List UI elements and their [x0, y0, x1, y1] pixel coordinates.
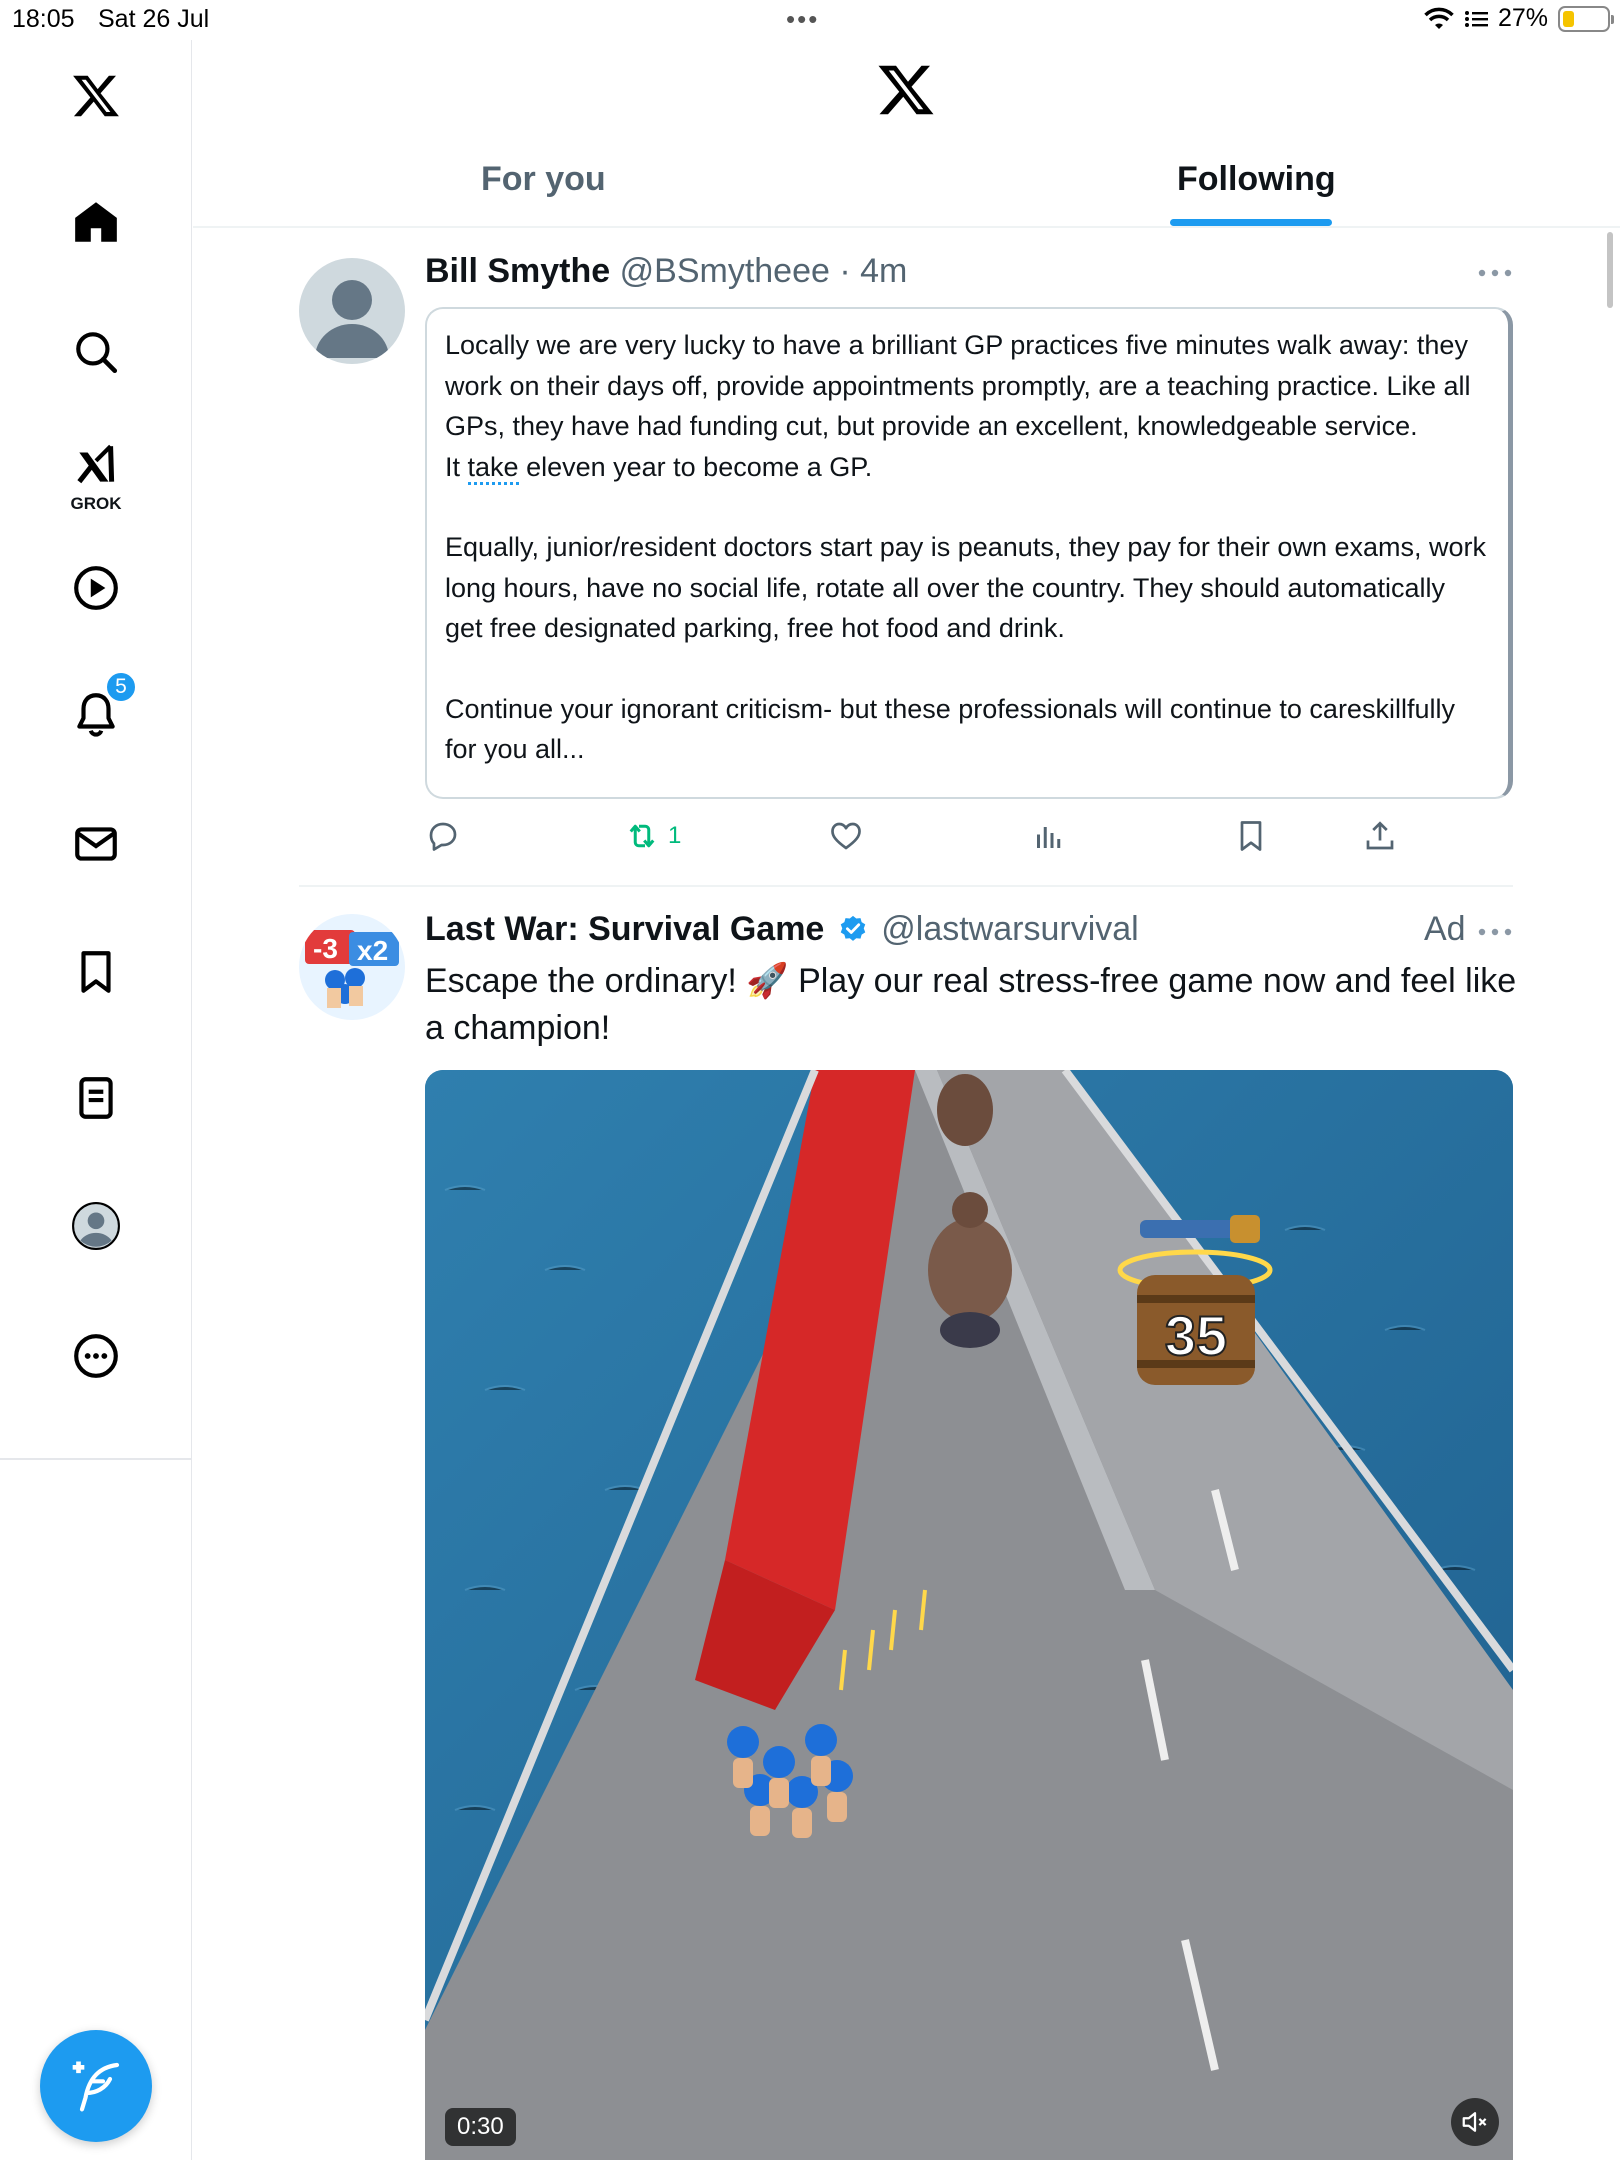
timeline-tabs: For you Following: [193, 140, 1620, 228]
grok-label: GROK: [70, 494, 122, 513]
nav-lists[interactable]: [58, 1060, 134, 1136]
battery-icon: [1558, 5, 1614, 32]
views-chart-icon: [1037, 827, 1061, 848]
like-button[interactable]: [828, 818, 864, 854]
barrel-number: 35: [1165, 1304, 1227, 1367]
nav-notifications[interactable]: 5: [58, 670, 138, 752]
share-upload-icon: [1366, 821, 1394, 850]
separator-dot: ·: [829, 252, 861, 290]
nav-more[interactable]: [58, 1318, 134, 1394]
video-icon: [74, 566, 118, 610]
nav-home[interactable]: [58, 184, 134, 260]
spellcheck-word: take: [467, 451, 519, 485]
search-icon: [76, 332, 118, 374]
mail-icon: [75, 827, 117, 861]
author-name[interactable]: Bill Smythe: [425, 252, 610, 290]
avatar-last-war[interactable]: -3 x2: [299, 914, 405, 1020]
x-logo-header-icon[interactable]: [876, 60, 936, 120]
game-avatar-icon: -3 x2: [299, 914, 405, 1020]
ad-tweet-header: Last War: Survival Game @lastwarsurvival: [425, 910, 1139, 949]
reply-button[interactable]: [425, 818, 461, 854]
author-handle[interactable]: @BSmytheee: [620, 252, 830, 290]
nav-grok[interactable]: GROK: [58, 436, 134, 513]
x-logo-icon[interactable]: [58, 58, 134, 134]
quoted-text-box[interactable]: Locally we are very lucky to have a bril…: [425, 307, 1513, 799]
home-icon: [75, 202, 117, 242]
video-duration: 0:30: [445, 2108, 516, 2146]
bookmark-icon: [81, 951, 111, 993]
verified-badge-icon: [840, 915, 866, 941]
tab-for-you[interactable]: For you: [481, 160, 606, 199]
nav-video[interactable]: [58, 550, 134, 626]
more-options-icon[interactable]: [1477, 268, 1513, 278]
tab-following[interactable]: Following: [1177, 160, 1336, 199]
quote-paragraph: Locally we are very lucky to have a bril…: [445, 325, 1490, 487]
quote-paragraph: Equally, junior/resident doctors start p…: [445, 532, 1486, 643]
nav-profile[interactable]: [58, 1188, 134, 1264]
quote-paragraph: Continue your ignorant criticism- but th…: [445, 693, 1455, 765]
nav-messages[interactable]: [58, 806, 134, 882]
bookmark-outline-icon: [1240, 821, 1262, 851]
compose-feather-icon: [72, 2061, 120, 2112]
notification-badge: 5: [104, 670, 138, 704]
status-date: Sat 26 Jul: [98, 5, 210, 33]
mute-button[interactable]: [1451, 2098, 1499, 2146]
compose-button[interactable]: [40, 2030, 152, 2142]
sidebar: GROK 5: [0, 40, 192, 2160]
scrollbar[interactable]: [1607, 232, 1613, 308]
tweet-divider: [299, 885, 1513, 887]
quote-line: It: [445, 451, 468, 482]
advertiser-name[interactable]: Last War: Survival Game: [425, 910, 824, 948]
bookmark-button[interactable]: [1233, 818, 1269, 854]
tweet-time[interactable]: 4m: [860, 252, 907, 290]
retweet-button[interactable]: 1: [624, 818, 681, 854]
ad-label: Ad: [1424, 910, 1466, 948]
ad-tweet-text: Escape the ordinary! 🚀 Play our real str…: [425, 962, 1517, 1047]
avatar-badge-times: x2: [357, 935, 388, 966]
heart-icon: [831, 822, 861, 850]
list-status-icon: [1464, 10, 1488, 27]
status-time: 18:05: [12, 5, 75, 33]
nav-explore[interactable]: [58, 314, 134, 390]
tweet-header: Bill Smythe @BSmytheee · 4m: [425, 252, 907, 291]
sidebar-divider: [0, 1458, 192, 1460]
nav-bookmarks[interactable]: [58, 934, 134, 1010]
share-button[interactable]: [1362, 818, 1398, 854]
ad-more-options-icon[interactable]: [1477, 927, 1513, 937]
tweet-actions: 1: [425, 818, 1525, 858]
retweet-icon: [629, 824, 655, 848]
default-avatar-icon: [299, 258, 405, 364]
reply-icon: [429, 822, 457, 851]
ad-video[interactable]: 35 0:30: [425, 1070, 1513, 2160]
grok-icon: [77, 444, 115, 484]
avatar-bill-smythe[interactable]: [299, 258, 405, 364]
game-video-frame: 35: [425, 1070, 1513, 2160]
advertiser-handle[interactable]: @lastwarsurvival: [881, 910, 1138, 948]
more-circle-icon: [74, 1334, 118, 1378]
retweet-count: 1: [668, 822, 682, 849]
profile-avatar-icon: [72, 1202, 120, 1250]
active-tab-indicator: [1170, 219, 1332, 226]
battery-level: [1563, 10, 1575, 27]
status-bar: 18:05 Sat 26 Jul ••• 27%: [0, 0, 1620, 40]
wifi-icon: [1424, 7, 1454, 29]
views-button[interactable]: [1031, 818, 1067, 854]
avatar-badge-minus: -3: [313, 933, 338, 964]
quote-line: Locally we are very lucky to have a bril…: [445, 330, 1471, 441]
battery-percent: 27%: [1497, 4, 1548, 32]
quote-line: eleven year to become a GP.: [518, 451, 873, 482]
lists-icon: [79, 1077, 113, 1119]
speaker-muted-icon: [1462, 2112, 1487, 2132]
multitasking-dots-icon[interactable]: •••: [786, 4, 819, 35]
